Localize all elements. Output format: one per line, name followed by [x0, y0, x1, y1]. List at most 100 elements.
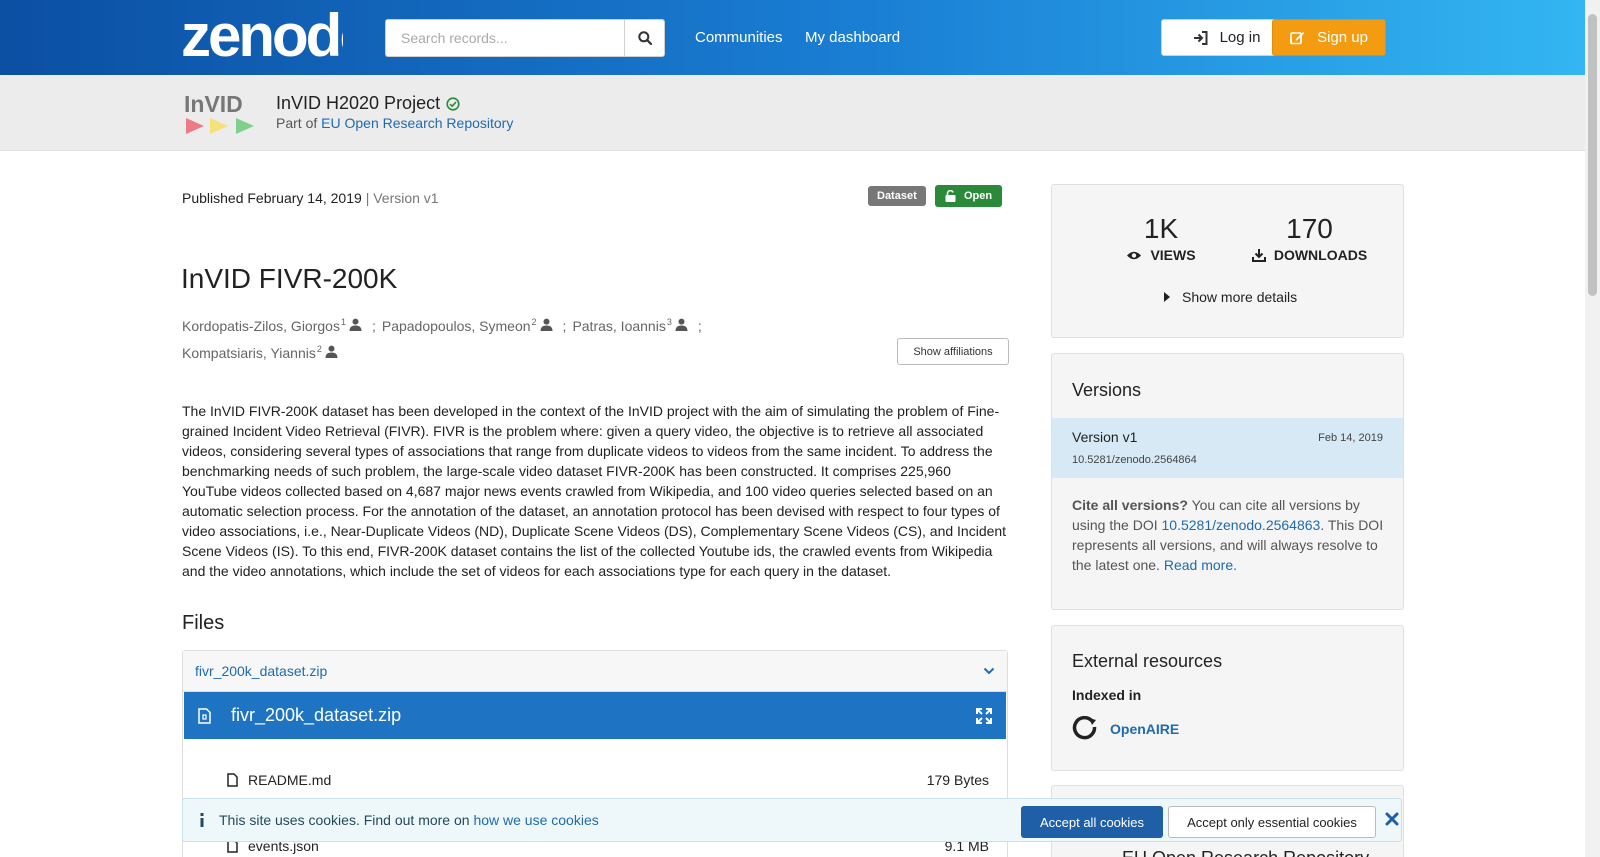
version-item-label[interactable]: Version v1 — [1072, 429, 1137, 445]
search-icon — [637, 31, 652, 45]
search-bar — [385, 19, 665, 57]
zenodo-logo[interactable]: zenodo — [181, 6, 343, 64]
person-icon-wrap[interactable] — [325, 340, 338, 367]
part-of-label: Part of — [276, 115, 318, 131]
creator-separator: ; — [697, 318, 702, 334]
expand-icon[interactable] — [976, 707, 992, 724]
file-name: README.md — [248, 772, 332, 788]
page-scrollbar[interactable] — [1585, 0, 1600, 857]
person-icon — [675, 318, 688, 331]
search-button[interactable] — [624, 19, 665, 57]
creator-item: Kompatsiaris, Yiannis 2 — [182, 340, 348, 367]
creator-separator: ; — [562, 318, 567, 334]
community-title-text[interactable]: InVID H2020 Project — [276, 93, 440, 114]
versions-card: Versions Version v1 Feb 14, 2019 10.5281… — [1051, 353, 1404, 610]
affiliation-number: 2 — [316, 344, 322, 354]
login-label: Log in — [1219, 29, 1261, 46]
community-title: InVID H2020 Project — [276, 93, 460, 114]
access-badge-label: Open — [964, 190, 993, 202]
openaire-link[interactable]: OpenAIRE — [1072, 716, 1179, 742]
downloads-count: 170 — [1286, 213, 1333, 244]
file-entry: README.md 179 Bytes — [227, 772, 989, 788]
edit-icon — [1290, 32, 1305, 45]
parent-community-link[interactable]: EU Open Research Repository — [321, 115, 513, 131]
community-parent: Part of EU Open Research Repository — [276, 115, 513, 131]
close-icon[interactable] — [1384, 811, 1400, 827]
download-icon — [1251, 249, 1266, 262]
views-stat: 1K VIEWS — [1116, 213, 1206, 263]
signup-label: Sign up — [1317, 29, 1368, 46]
show-affiliations-button[interactable]: Show affiliations — [897, 338, 1009, 365]
file-icon — [227, 773, 238, 787]
person-icon — [325, 345, 338, 358]
creators-list: Kordopatis-Zilos, Giorgos 1; Papadopoulos,… — [182, 313, 902, 367]
creator-item: Papadopoulos, Symeon 2; — [382, 313, 567, 340]
record-title: InVID FIVR-200K — [181, 263, 398, 294]
accept-all-cookies-button[interactable]: Accept all cookies — [1021, 806, 1163, 838]
nav-my-dashboard[interactable]: My dashboard — [805, 29, 900, 46]
person-icon-wrap[interactable] — [349, 313, 362, 340]
publication-date: Published February 14, 2019 — [182, 190, 362, 206]
creator-name[interactable]: Patras, Ioannis — [572, 313, 665, 340]
archive-file-link[interactable]: fivr_200k_dataset.zip — [195, 663, 327, 679]
creator-name[interactable]: Papadopoulos, Symeon — [382, 313, 531, 340]
affiliation-number: 3 — [666, 317, 672, 327]
stats-card: 1K VIEWS 170 DOWNLOADS Show more details — [1051, 184, 1404, 338]
top-navbar: zenodo Communities My dashboard Log in S… — [0, 0, 1585, 75]
signup-button[interactable]: Sign up — [1272, 19, 1386, 56]
caret-right-icon — [1164, 292, 1170, 302]
openaire-link-label[interactable]: OpenAIRE — [1110, 721, 1179, 737]
external-resources-heading: External resources — [1072, 651, 1223, 671]
creator-item: Kordopatis-Zilos, Giorgos 1; — [182, 313, 376, 340]
file-size: 179 Bytes — [926, 772, 989, 788]
verified-check-icon — [446, 96, 460, 111]
cookie-message: This site uses cookies. Find out more on — [219, 812, 470, 828]
cite-all-heading: Cite all versions? — [1072, 497, 1188, 513]
sign-in-icon — [1193, 30, 1208, 45]
downloads-label: DOWNLOADS — [1273, 247, 1368, 263]
indexed-in-label: Indexed in — [1072, 687, 1142, 703]
version-item-current[interactable]: Version v1 Feb 14, 2019 10.5281/zenodo.2… — [1052, 418, 1403, 478]
cookie-policy-link[interactable]: how we use cookies — [473, 812, 598, 828]
views-count: 1K — [1143, 213, 1179, 244]
nav-communities[interactable]: Communities — [695, 29, 783, 46]
files-heading: Files — [182, 612, 225, 634]
invid-logo[interactable]: InVID — [184, 90, 260, 138]
community-header: InVID InVID H2020 Project Part of EU Ope… — [0, 75, 1585, 151]
creator-name[interactable]: Kompatsiaris, Yiannis — [182, 340, 316, 367]
chevron-down-icon[interactable] — [983, 667, 995, 675]
search-input[interactable] — [385, 19, 624, 57]
show-more-details-label: Show more details — [1182, 289, 1298, 305]
record-description: The InVID FIVR-200K dataset has been dev… — [182, 403, 1007, 579]
openaire-logo-icon — [1072, 716, 1097, 740]
versions-heading: Versions — [1072, 380, 1142, 400]
creator-item: Patras, Ioannis 3; — [572, 313, 701, 340]
person-icon — [349, 318, 362, 331]
eye-icon — [1127, 251, 1142, 259]
concept-doi-link[interactable]: 10.5281/zenodo.2564863 — [1162, 517, 1321, 533]
affiliation-number: 1 — [340, 317, 346, 327]
affiliation-number: 2 — [531, 317, 537, 327]
publication-info: Published February 14, 2019 | Version v1 — [182, 190, 439, 206]
svg-text:InVID: InVID — [184, 91, 243, 117]
person-icon — [540, 318, 553, 331]
accept-essential-cookies-button[interactable]: Accept only essential cookies — [1168, 806, 1376, 838]
unlock-icon — [945, 190, 956, 202]
file-preview-title: fivr_200k_dataset.zip — [231, 705, 402, 725]
version-label: | Version v1 — [365, 190, 439, 206]
person-icon-wrap[interactable] — [675, 313, 688, 340]
creator-separator: ; — [371, 318, 376, 334]
community-card-title[interactable]: EU Open Research Repository — [1122, 848, 1369, 857]
access-badge[interactable]: Open — [935, 185, 1003, 207]
cookie-banner: This site uses cookies. Find out more on… — [182, 798, 1402, 842]
version-item-date: Feb 14, 2019 — [1318, 432, 1383, 444]
file-archive-icon — [198, 707, 211, 724]
downloads-stat: 170 DOWNLOADS — [1247, 213, 1372, 263]
scrollbar-thumb[interactable] — [1588, 14, 1597, 296]
file-accordion-header[interactable]: fivr_200k_dataset.zip — [183, 651, 1007, 692]
show-more-details-toggle[interactable]: Show more details — [1164, 289, 1297, 305]
resource-type-badge: Dataset — [868, 186, 926, 206]
views-label: VIEWS — [1150, 247, 1196, 263]
read-more-link[interactable]: Read more. — [1164, 557, 1237, 573]
person-icon-wrap[interactable] — [540, 313, 553, 340]
